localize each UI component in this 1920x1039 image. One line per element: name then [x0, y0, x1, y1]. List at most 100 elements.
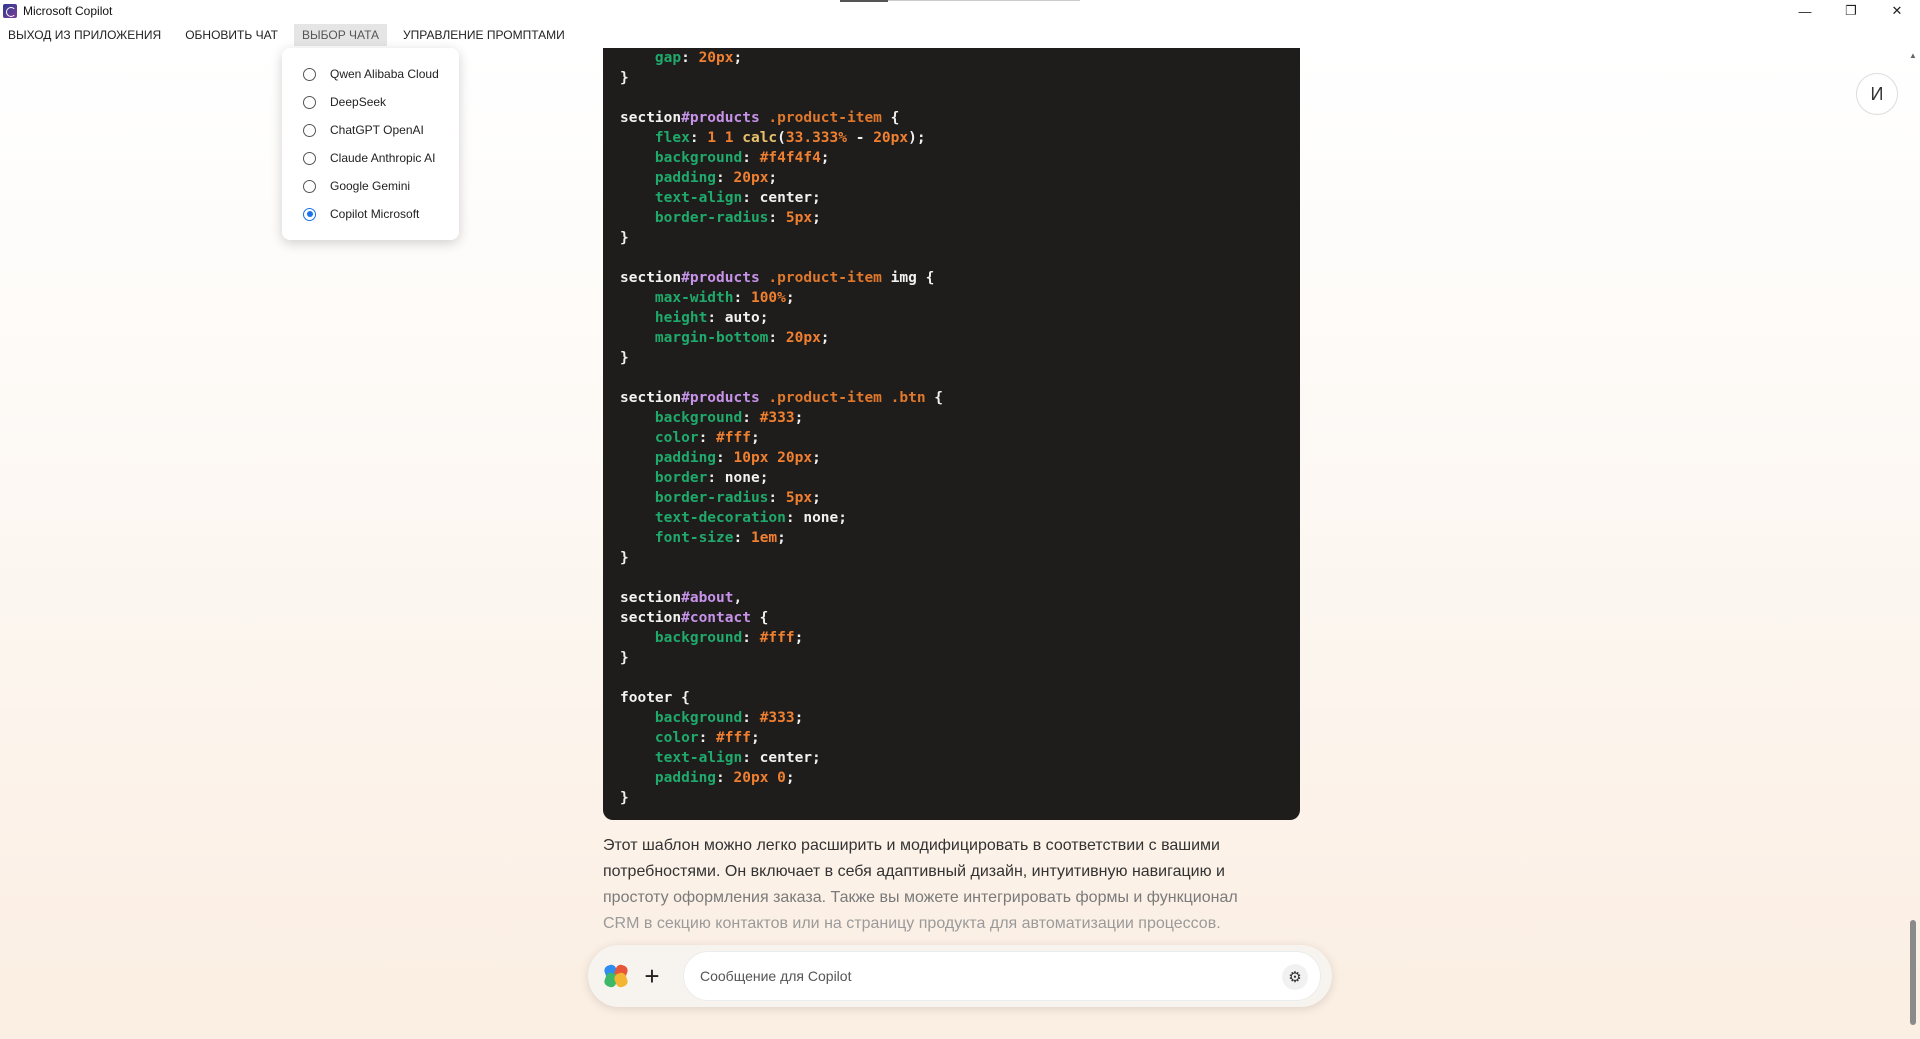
chat-option-chatgpt[interactable]: ChatGPT OpenAI: [282, 116, 459, 144]
menu-refresh-chat[interactable]: ОБНОВИТЬ ЧАТ: [177, 24, 286, 46]
code-token: .btn: [890, 390, 926, 406]
chat-option-label: Qwen Alibaba Cloud: [330, 67, 439, 81]
message-field-container: ⚙: [683, 951, 1321, 1001]
code-token: padding: [620, 450, 717, 466]
code-token: }: [620, 350, 629, 366]
code-token: flex: [620, 130, 690, 146]
code-token: section: [620, 610, 682, 626]
code-token: :: [768, 490, 786, 506]
code-token: );: [908, 130, 926, 146]
message-input[interactable]: [700, 968, 1240, 984]
radio-button-selected[interactable]: [303, 207, 316, 221]
code-token: max-width: [620, 290, 734, 306]
code-token: ;: [785, 770, 795, 786]
code-token: :: [716, 770, 734, 786]
restore-button[interactable]: ❐: [1828, 0, 1874, 22]
code-token: 10px 20px: [733, 450, 813, 466]
code-token: #products: [681, 110, 760, 126]
title-drag-indicator: [840, 0, 1080, 2]
code-token: section: [620, 110, 682, 126]
code-line: border-radius: 5px;: [620, 488, 1300, 508]
code-token: }: [620, 230, 629, 246]
code-line: background: #333;: [620, 708, 1300, 728]
scrollbar[interactable]: ▲: [1906, 48, 1920, 1039]
code-token: color: [620, 430, 699, 446]
code-line: background: #333;: [620, 408, 1300, 428]
code-line: }: [620, 348, 1300, 368]
chat-option-gemini[interactable]: Google Gemini: [282, 172, 459, 200]
composer-bar: + ⚙: [588, 945, 1332, 1007]
copilot-logo-icon[interactable]: [602, 963, 630, 989]
settings-gear-icon[interactable]: ⚙: [1282, 964, 1308, 990]
code-token: ;: [750, 430, 760, 446]
chat-option-claude[interactable]: Claude Anthropic AI: [282, 144, 459, 172]
code-token: ;: [812, 210, 821, 226]
code-line: text-align: center;: [620, 188, 1300, 208]
radio-button[interactable]: [303, 67, 316, 81]
scroll-up-icon[interactable]: ▲: [1909, 51, 1917, 60]
radio-button[interactable]: [303, 151, 316, 165]
code-line: section#products .product-item {: [620, 108, 1300, 128]
code-token: 20px: [873, 130, 909, 146]
code-line: color: #fff;: [620, 428, 1300, 448]
code-token: section: [620, 270, 682, 286]
code-token: ,: [733, 590, 743, 606]
code-token: ;: [794, 630, 804, 646]
radio-button[interactable]: [303, 123, 316, 137]
code-token: background: [620, 630, 743, 646]
radio-button[interactable]: [303, 179, 316, 193]
menu-chat-select[interactable]: ВЫБОР ЧАТА: [294, 24, 388, 46]
window-controls: — ❐ ✕: [1782, 0, 1920, 22]
close-button[interactable]: ✕: [1874, 0, 1920, 22]
code-token: 33.333%: [785, 130, 847, 146]
user-avatar[interactable]: И: [1856, 73, 1898, 115]
code-token: {: [672, 690, 690, 706]
code-token: padding: [620, 770, 717, 786]
radio-button[interactable]: [303, 95, 316, 109]
menu-exit-app[interactable]: ВЫХОД ИЗ ПРИЛОЖЕНИЯ: [0, 24, 169, 46]
minimize-button[interactable]: —: [1782, 0, 1828, 22]
code-token: }: [620, 70, 629, 86]
code-line: section#contact {: [620, 608, 1300, 628]
code-token: footer: [620, 690, 673, 706]
chat-option-qwen[interactable]: Qwen Alibaba Cloud: [282, 60, 459, 88]
chat-option-label: Claude Anthropic AI: [330, 151, 436, 165]
code-line: gap: 20px;: [620, 48, 1300, 68]
code-token: :: [698, 430, 717, 446]
code-token: .product-item: [768, 110, 882, 126]
code-token: :: [733, 530, 751, 546]
code-token: :: [733, 290, 751, 306]
code-line: text-decoration: none;: [620, 508, 1300, 528]
code-token: :: [742, 150, 760, 166]
code-line: padding: 20px;: [620, 168, 1300, 188]
code-token: #products: [681, 390, 760, 406]
add-attachment-button[interactable]: +: [638, 961, 666, 991]
code-line: padding: 20px 0;: [620, 768, 1300, 788]
menu-prompt-management[interactable]: УПРАВЛЕНИЕ ПРОМПТАМИ: [395, 24, 573, 46]
code-token: font-size: [620, 530, 734, 546]
code-line: padding: 10px 20px;: [620, 448, 1300, 468]
scroll-thumb[interactable]: [1910, 920, 1916, 1025]
code-token: }: [620, 550, 629, 566]
chat-option-label: Google Gemini: [330, 179, 411, 193]
code-token: calc: [742, 130, 778, 146]
code-line: }: [620, 228, 1300, 248]
code-token: #contact: [681, 610, 751, 626]
code-token: padding: [620, 170, 717, 186]
code-block: gap: 20px;} section#products .product-ite…: [603, 48, 1300, 820]
code-token: :: [768, 330, 786, 346]
code-token: border: [620, 470, 708, 486]
chat-option-label: ChatGPT OpenAI: [330, 123, 424, 137]
code-line: border: none;: [620, 468, 1300, 488]
menu-bar: ВЫХОД ИЗ ПРИЛОЖЕНИЯ ОБНОВИТЬ ЧАТ ВЫБОР Ч…: [0, 22, 1920, 48]
code-token: {: [750, 610, 769, 626]
code-token: ;: [750, 730, 760, 746]
code-token: 1 1: [707, 130, 743, 146]
code-token: section: [620, 590, 682, 606]
response-line: Этот шаблон можно легко расширить и моди…: [603, 837, 1220, 854]
code-token: ;: [820, 150, 830, 166]
chat-option-deepseek[interactable]: DeepSeek: [282, 88, 459, 116]
chat-option-copilot[interactable]: Copilot Microsoft: [282, 200, 459, 228]
code-token: :: [768, 210, 786, 226]
code-token: :: [698, 730, 717, 746]
